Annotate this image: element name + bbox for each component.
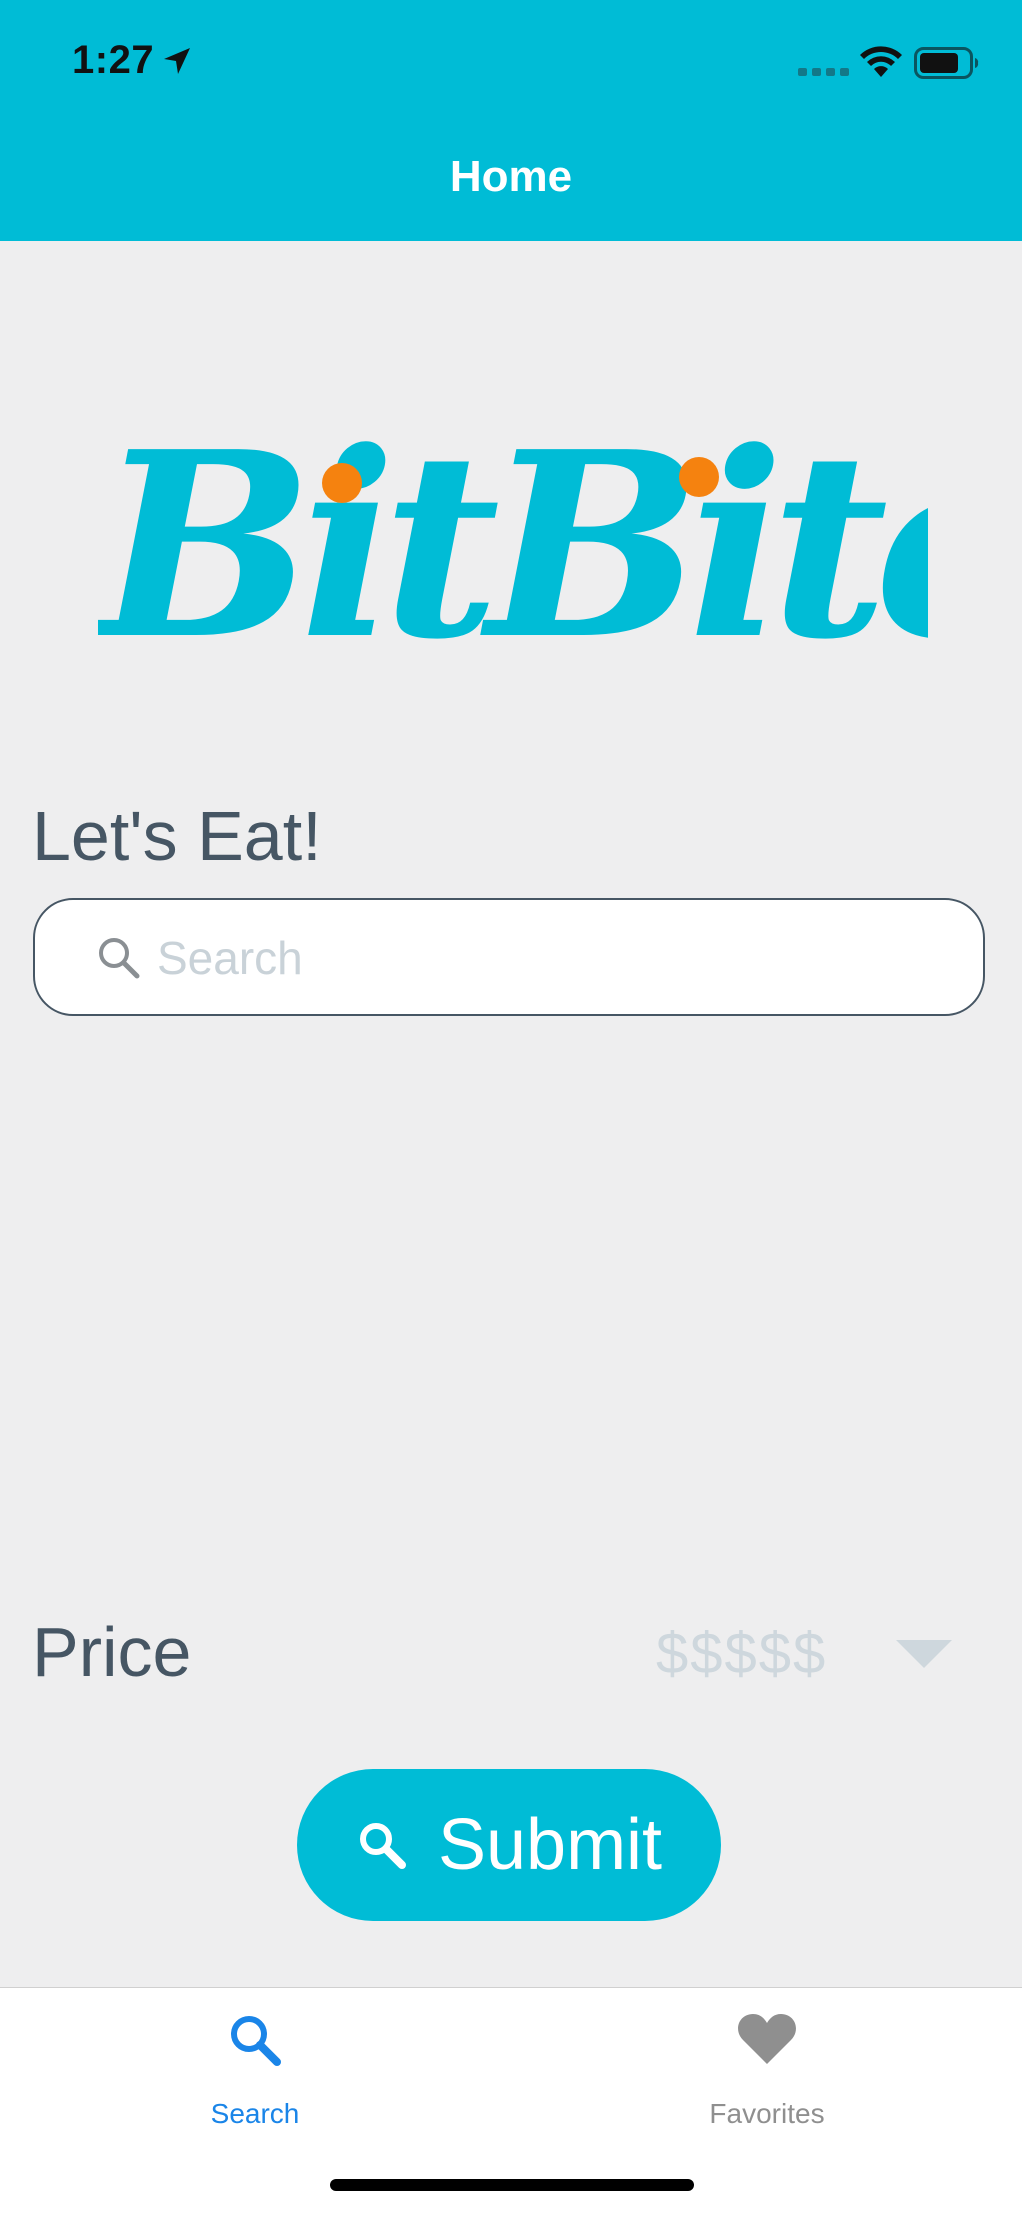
bitbite-logo: BitBite	[98, 397, 928, 660]
price-label: Price	[32, 1613, 192, 1691]
price-select-value[interactable]: $$$$$	[656, 1620, 827, 1687]
search-icon	[231, 2016, 281, 2066]
search-icon	[359, 1823, 406, 1869]
tab-search-label: Search	[210, 2098, 300, 2129]
app-header: 1:27 Home	[0, 0, 1022, 241]
submit-label: Submit	[437, 1805, 663, 1885]
tab-search[interactable]: Search	[105, 1988, 405, 2129]
submit-button[interactable]: Submit	[297, 1769, 721, 1921]
status-time: 1:27	[72, 38, 155, 82]
tab-favorites-label: Favorites	[709, 2098, 825, 2129]
tab-favorites[interactable]: Favorites	[617, 1988, 917, 2129]
search-icon	[99, 938, 140, 979]
svg-text:BitBite: BitBite	[98, 397, 928, 660]
heart-icon	[738, 2014, 796, 2064]
home-indicator	[330, 2179, 694, 2191]
battery-icon	[914, 47, 979, 79]
page-title: Home	[449, 152, 573, 201]
wifi-icon	[860, 46, 902, 77]
search-input[interactable]	[155, 922, 939, 994]
cellular-signal-icon	[798, 68, 849, 76]
lets-eat-heading: Let's Eat!	[32, 797, 322, 875]
location-arrow-icon	[164, 48, 190, 74]
search-field[interactable]	[33, 898, 985, 1016]
chevron-down-icon[interactable]	[896, 1640, 952, 1668]
